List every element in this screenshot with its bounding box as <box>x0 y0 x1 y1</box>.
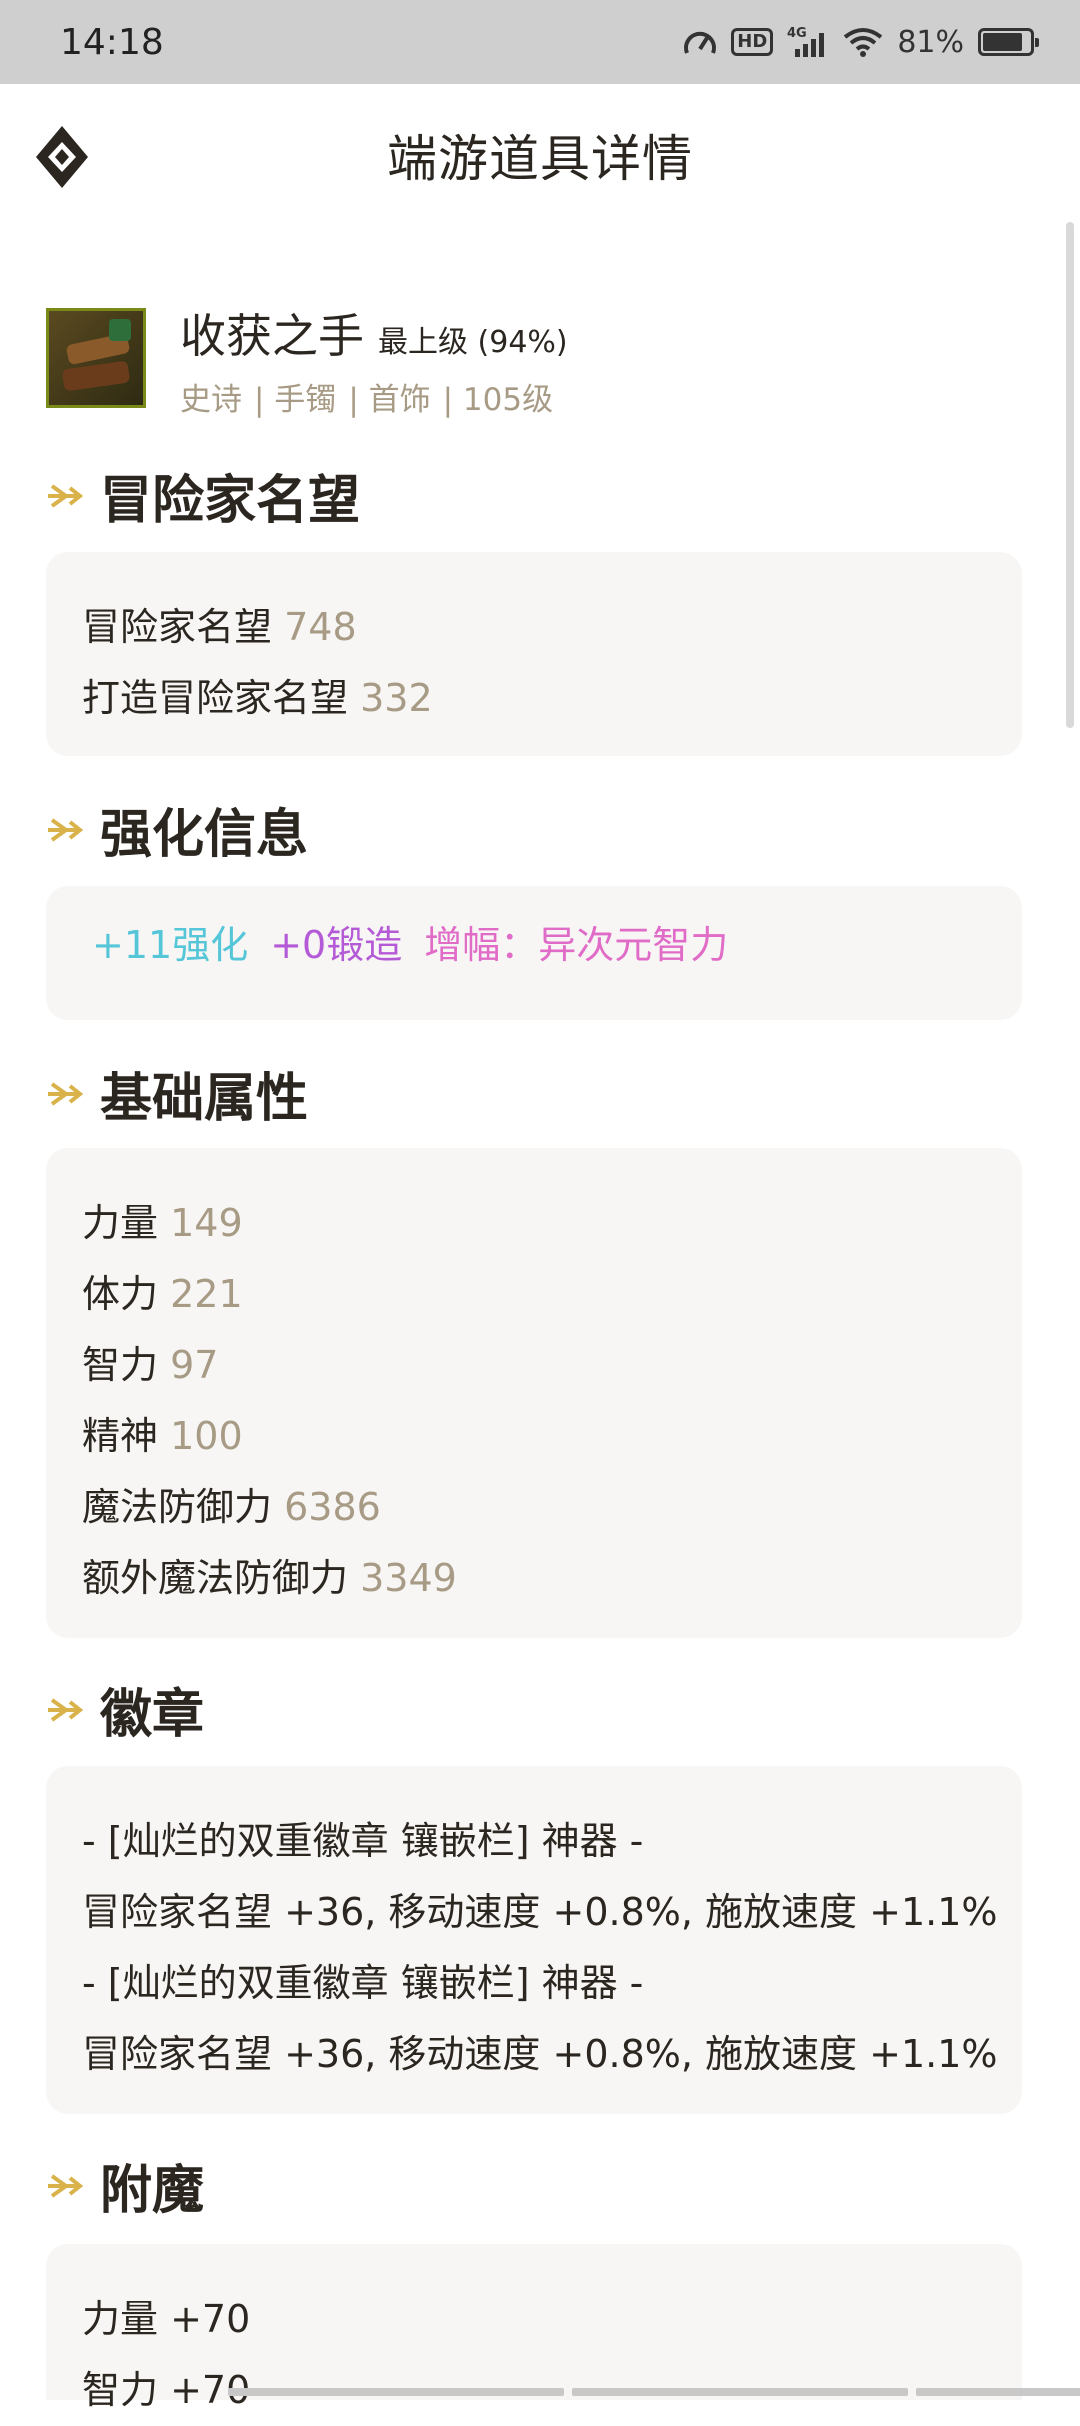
section-title-emblem: 徽章 <box>46 1672 204 1747</box>
reputation-card: 冒险家名望 748 打造冒险家名望 332 <box>46 552 1022 756</box>
emblem-line: 冒险家名望 +36, 移动速度 +0.8%, 施放速度 +1.1% <box>82 2032 998 2076</box>
item-grade: 最上级 (94%) <box>378 325 568 360</box>
arrow-right-icon <box>48 1081 84 1106</box>
item-tags: 史诗 | 手镯 | 首饰 | 105级 <box>180 374 565 419</box>
stat-row: 冒险家名望 748 <box>82 605 357 649</box>
speedometer-icon <box>683 27 717 57</box>
stat-row: 打造冒险家名望 332 <box>82 676 433 720</box>
item-tag-type: | 手镯 <box>254 382 337 418</box>
arrow-right-icon <box>48 2173 84 2198</box>
page-title: 端游道具详情 <box>387 130 693 188</box>
wifi-icon <box>843 27 883 57</box>
forge-level: +0锻造 <box>270 923 403 967</box>
section-title-reputation: 冒险家名望 <box>46 458 360 533</box>
battery-percent: 81% <box>897 24 964 60</box>
item-tag-rarity: 史诗 <box>180 382 242 418</box>
stat-row: 智力 97 <box>82 1343 219 1387</box>
emblem-line: - [灿烂的双重徽章 镶嵌栏] 神器 - <box>82 1819 644 1863</box>
bottom-indicator <box>228 2388 1080 2396</box>
battery-icon <box>978 28 1039 56</box>
bracelet-item-icon <box>46 308 146 408</box>
item-tag-category: | 首饰 <box>348 382 431 418</box>
emblem-line: - [灿烂的双重徽章 镶嵌栏] 神器 - <box>82 1961 644 2005</box>
arrow-right-icon <box>48 1697 84 1722</box>
svg-text:4G: 4G <box>787 26 807 41</box>
status-time: 14:18 <box>60 21 164 63</box>
arrow-right-icon <box>48 817 84 842</box>
enhance-info: +11强化 +0锻造 增幅：异次元智力 <box>92 914 976 969</box>
enhance-level: +11强化 <box>92 923 249 967</box>
section-title-base: 基础属性 <box>46 1056 308 1131</box>
section-title-enhance: 强化信息 <box>46 792 308 867</box>
stat-row: 精神 100 <box>82 1414 243 1458</box>
item-header: 收获之手 最上级 (94%) 史诗 | 手镯 | 首饰 | 105级 <box>46 290 1006 420</box>
stat-row: 体力 221 <box>82 1272 243 1316</box>
stat-row: 力量 149 <box>82 1201 243 1245</box>
emblem-line: 冒险家名望 +36, 移动速度 +0.8%, 施放速度 +1.1% <box>82 1890 998 1934</box>
base-attributes-card: 力量 149 体力 221 智力 97 精神 100 魔法防御力 6386 额外… <box>46 1148 1022 1638</box>
status-icons: HD 4G 81% <box>683 24 1039 60</box>
item-tag-level: | 105级 <box>442 382 554 418</box>
item-name-row: 收获之手 最上级 (94%) <box>180 300 568 366</box>
section-title-enchant: 附魔 <box>46 2148 204 2223</box>
back-logo-icon[interactable] <box>34 124 90 190</box>
status-bar: 14:18 HD 4G 81% <box>0 0 1080 84</box>
hd-icon: HD <box>731 28 774 56</box>
cellular-signal-icon: 4G <box>787 25 829 59</box>
arrow-right-icon <box>48 483 84 508</box>
item-name: 收获之手 <box>180 309 364 363</box>
stat-row: 魔法防御力 6386 <box>82 1485 381 1529</box>
enhance-card: +11强化 +0锻造 增幅：异次元智力 <box>46 886 1022 1020</box>
enchant-card: 力量 +70 智力 +70 <box>46 2244 1022 2412</box>
emblem-card: - [灿烂的双重徽章 镶嵌栏] 神器 - 冒险家名望 +36, 移动速度 +0.… <box>46 1766 1022 2114</box>
scrollbar[interactable] <box>1066 222 1074 728</box>
stat-row: 额外魔法防御力 3349 <box>82 1556 457 1600</box>
app-header: 端游道具详情 <box>0 84 1080 226</box>
amplify-info: 增幅：异次元智力 <box>424 923 729 967</box>
enchant-line: 力量 +70 <box>82 2297 251 2341</box>
